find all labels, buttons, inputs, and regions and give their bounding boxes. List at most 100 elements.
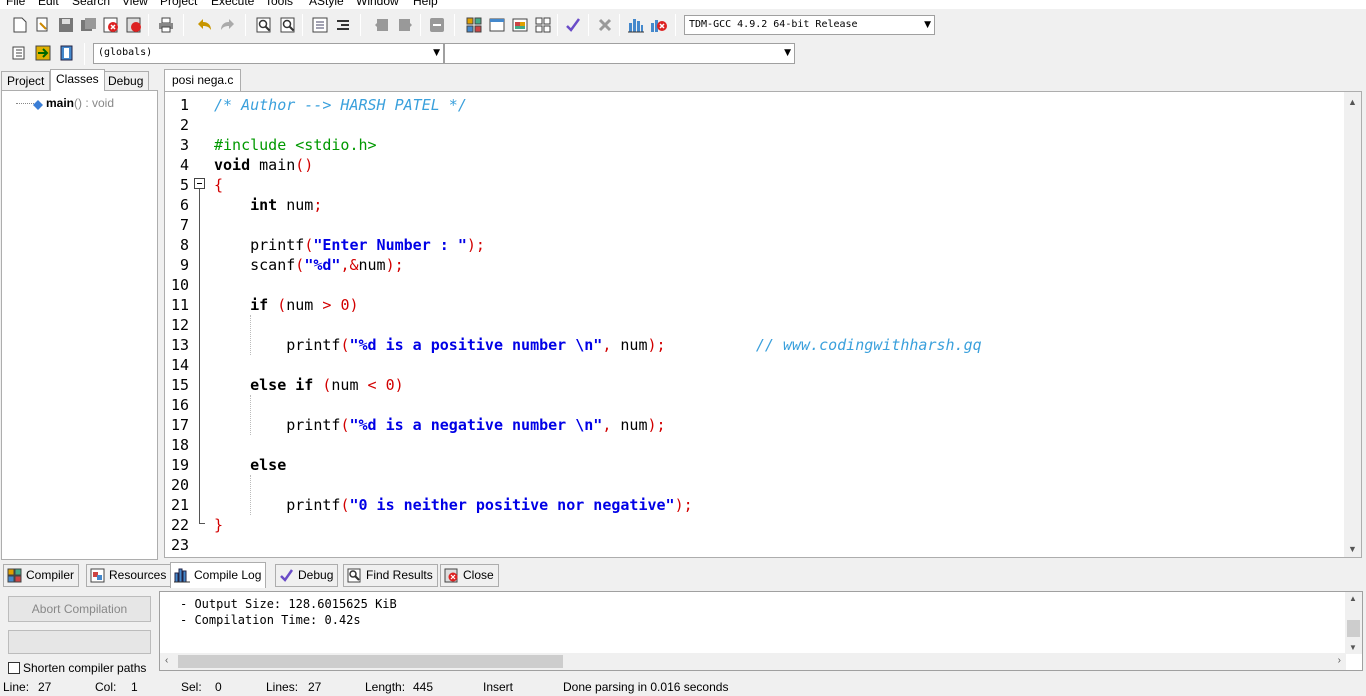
tab-compile-log[interactable]: Compile Log <box>170 562 267 588</box>
line-number: 23 <box>170 536 189 554</box>
menu-view[interactable]: View <box>122 0 148 8</box>
function-signature: () : void <box>74 96 115 110</box>
line-number: 14 <box>170 356 189 374</box>
unindent-icon[interactable] <box>333 15 353 35</box>
bottom-panel-tabs: Compiler Resources Compile Log Debug Fin… <box>0 562 1366 588</box>
tab-compiler[interactable]: Compiler <box>3 564 80 587</box>
fold-collapse-icon[interactable] <box>194 178 205 189</box>
line-number: 7 <box>179 216 189 234</box>
open-project-icon[interactable] <box>33 15 53 35</box>
scroll-down-icon[interactable]: ▼ <box>1349 643 1357 652</box>
compiler-select[interactable]: TDM-GCC 4.9.2 64-bit Release ▼ <box>684 15 935 35</box>
replace-icon[interactable] <box>278 15 298 35</box>
tab-resources[interactable]: Resources <box>86 564 172 587</box>
line-number: 9 <box>179 256 189 274</box>
shorten-paths-checkbox[interactable] <box>8 662 20 674</box>
scroll-left-icon[interactable]: ‹ <box>165 655 168 666</box>
menu-astyle[interactable]: AStyle <box>309 0 344 8</box>
status-col-label: Col: <box>95 680 117 694</box>
print-icon[interactable] <box>156 15 176 35</box>
editor-tab[interactable]: posi nega.c <box>164 69 242 91</box>
indent-icon[interactable] <box>310 15 330 35</box>
code-line: else if (num < 0) <box>250 376 404 394</box>
toggle-bookmark-icon[interactable] <box>372 15 392 35</box>
class-tree-item-main[interactable]: main() : void <box>46 96 114 110</box>
line-number: 5 <box>179 176 189 194</box>
syntax-check-icon[interactable] <box>563 15 583 35</box>
scroll-thumb[interactable] <box>178 655 563 668</box>
menu-tools[interactable]: Tools <box>265 0 293 8</box>
stop-execution-icon[interactable] <box>595 15 615 35</box>
delete-profile-icon[interactable] <box>649 15 669 35</box>
save-icon[interactable] <box>56 15 76 35</box>
goto-declaration-icon[interactable] <box>9 43 29 63</box>
line-number: 4 <box>179 156 189 174</box>
undo-icon[interactable] <box>194 15 214 35</box>
compile-icon[interactable] <box>464 15 484 35</box>
code-editor[interactable]: 1 2 3 4 5 6 7 8 9 10 11 12 13 14 15 16 1… <box>164 91 1362 558</box>
code-line: printf("%d is a negative number \n", num… <box>286 416 666 434</box>
compile-run-icon[interactable] <box>510 15 530 35</box>
goto-definition-icon[interactable] <box>33 43 53 63</box>
scroll-down-icon[interactable]: ▼ <box>1348 544 1357 554</box>
menu-project[interactable]: Project <box>160 0 197 8</box>
menu-help[interactable]: Help <box>413 0 438 8</box>
save-all-icon[interactable] <box>79 15 99 35</box>
new-file-icon[interactable] <box>10 15 30 35</box>
tab-classes[interactable]: Classes <box>50 69 105 91</box>
redo-icon[interactable] <box>218 15 238 35</box>
log-horizontal-scrollbar[interactable]: ‹ › <box>160 653 1346 670</box>
compile-progress-bar <box>8 630 151 654</box>
menu-search[interactable]: Search <box>72 0 110 8</box>
tab-project[interactable]: Project <box>1 71 51 90</box>
goto-bookmark-icon[interactable] <box>395 15 415 35</box>
member-select[interactable]: ▼ <box>444 43 795 64</box>
log-vertical-scrollbar[interactable]: ▲ ▼ <box>1345 592 1362 654</box>
line-number: 6 <box>179 196 189 214</box>
line-number: 12 <box>170 316 189 334</box>
editor-vertical-scrollbar[interactable]: ▲ ▼ <box>1344 92 1361 557</box>
resources-icon <box>90 568 105 583</box>
close-panel-icon <box>444 568 458 583</box>
abort-compilation-button[interactable]: Abort Compilation <box>8 596 151 622</box>
scroll-right-icon[interactable]: › <box>1338 655 1341 666</box>
menu-execute[interactable]: Execute <box>211 0 254 8</box>
left-panel-tabs: Project Classes Debug <box>0 69 160 91</box>
status-bar: Line: 27 Col: 1 Sel: 0 Lines: 27 Length:… <box>0 678 1366 696</box>
profile-icon[interactable] <box>626 15 646 35</box>
code-line: if (num > 0) <box>250 296 359 314</box>
compile-log-panel: Abort Compilation Shorten compiler paths… <box>0 588 1366 676</box>
run-icon[interactable] <box>487 15 507 35</box>
find-icon[interactable] <box>254 15 274 35</box>
scroll-up-icon[interactable]: ▲ <box>1348 97 1357 107</box>
menu-window[interactable]: Window <box>356 0 399 8</box>
line-number: 10 <box>170 276 189 294</box>
tab-find-results[interactable]: Find Results <box>343 564 438 587</box>
status-line-label: Line: <box>3 680 30 694</box>
status-length-value: 445 <box>413 680 434 694</box>
line-number: 21 <box>170 496 189 514</box>
code-line: printf("Enter Number : "); <box>250 236 485 254</box>
line-number: 13 <box>170 336 189 354</box>
menu-edit[interactable]: Edit <box>38 0 59 8</box>
scroll-thumb[interactable] <box>1347 620 1360 637</box>
log-line: - Compilation Time: 0.42s <box>180 613 361 627</box>
compile-log-output[interactable]: - Output Size: 128.6015625 KiB - Compila… <box>159 591 1363 671</box>
goto-line-icon[interactable] <box>427 15 447 35</box>
line-number: 11 <box>170 296 189 314</box>
menu-file[interactable]: File <box>6 0 25 8</box>
scope-select[interactable]: (globals) ▼ <box>93 43 444 64</box>
show-class-browser-icon[interactable] <box>57 43 77 63</box>
close-all-icon[interactable] <box>124 15 144 35</box>
shorten-paths-option[interactable]: Shorten compiler paths <box>8 661 146 675</box>
close-file-icon[interactable] <box>101 15 121 35</box>
shorten-paths-label: Shorten compiler paths <box>23 661 147 675</box>
code-line: scanf("%d",&num); <box>250 256 404 274</box>
tab-close[interactable]: Close <box>440 564 499 587</box>
line-number: 22 <box>170 516 189 534</box>
status-sel-value: 0 <box>215 680 222 694</box>
tab-debug-left[interactable]: Debug <box>102 71 150 90</box>
rebuild-all-icon[interactable] <box>533 15 553 35</box>
tab-debug-bottom[interactable]: Debug <box>275 564 339 587</box>
scroll-up-icon[interactable]: ▲ <box>1349 594 1357 603</box>
